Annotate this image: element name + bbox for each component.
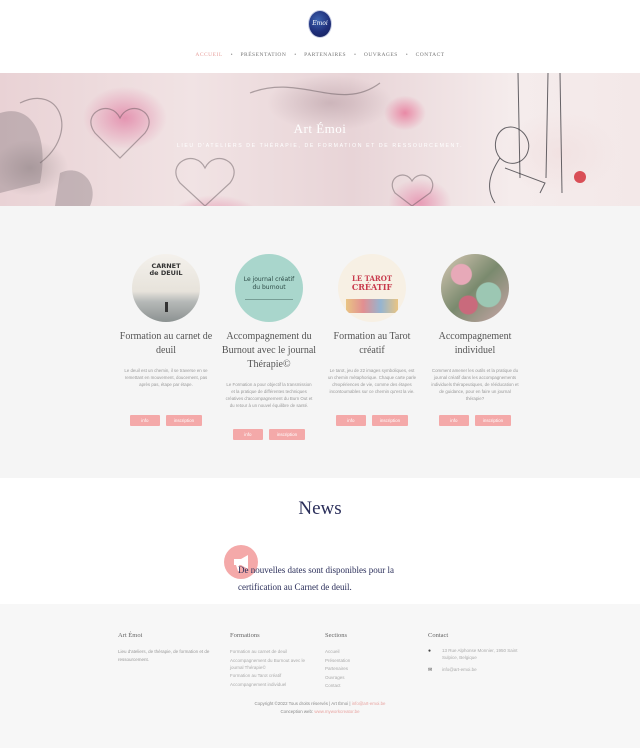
nav-separator: •	[405, 52, 408, 58]
figure-silhouette	[165, 302, 168, 312]
service-buttons: info inscription	[220, 429, 318, 440]
footer-about: Art Émoi Lieu d'ateliers, de thérapie, d…	[118, 632, 213, 663]
service-buttons: info inscription	[117, 415, 215, 426]
hero-artwork	[0, 73, 586, 206]
info-button[interactable]: info	[335, 415, 366, 426]
nav-item-partenaires[interactable]: PARTENAIRES	[304, 52, 346, 58]
footer-link[interactable]: Accompagnement individuel	[230, 681, 315, 690]
news-section: News De nouvelles dates sont disponibles…	[0, 478, 640, 604]
footer-title: Contact	[428, 632, 449, 639]
footer-title: Formations	[230, 632, 260, 639]
info-button[interactable]: info	[129, 415, 160, 426]
footer-link[interactable]: Formation au carnet de deuil	[230, 648, 315, 657]
main-nav: ACCUEIL • PRÉSENTATION • PARTENAIRES • O…	[0, 52, 640, 58]
service-buttons: info inscription	[323, 415, 421, 426]
site-footer: Art Émoi Lieu d'ateliers, de thérapie, d…	[0, 604, 640, 748]
service-buttons: info inscription	[426, 415, 524, 426]
location-pin-icon: ●	[428, 648, 432, 654]
service-card: CARNET de DEUIL Formation au carnet de d…	[117, 254, 215, 388]
site-header: Emoi ACCUEIL • PRÉSENTATION • PARTENAIRE…	[0, 0, 640, 72]
services-section: CARNET de DEUIL Formation au carnet de d…	[0, 206, 640, 478]
service-title[interactable]: Accompagnement du Burnout avec le journa…	[220, 330, 318, 372]
footer-email[interactable]: info@art-emoi.be	[442, 667, 477, 674]
hero-title: Art Émoi	[293, 121, 347, 136]
service-title[interactable]: Formation au carnet de deuil	[117, 330, 215, 358]
nav-separator: •	[230, 52, 233, 58]
footer-title: Sections	[325, 632, 348, 639]
footer-link[interactable]: Accueil	[325, 648, 395, 657]
service-title[interactable]: Formation au Tarot créatif	[323, 330, 421, 358]
service-title[interactable]: Accompagnement individuel	[426, 330, 524, 358]
info-button[interactable]: info	[438, 415, 469, 426]
footer-link[interactable]: Partenaires	[325, 665, 395, 674]
service-image-burnout[interactable]: Le journal créatif du burnout	[235, 254, 303, 322]
news-title: News	[298, 498, 342, 519]
nav-separator: •	[294, 52, 297, 58]
hero-subtitle: Lieu d'ateliers de thérapie, de formatio…	[176, 143, 464, 149]
footer-email-row: ✉ info@art-emoi.be	[428, 667, 528, 674]
inscription-button[interactable]: inscription	[165, 415, 203, 426]
tarot-illustration	[346, 299, 398, 313]
nav-item-accueil[interactable]: ACCUEIL	[195, 52, 222, 58]
hero-banner: Art Émoi Lieu d'ateliers de thérapie, de…	[0, 73, 640, 206]
envelope-icon: ✉	[428, 667, 433, 673]
nav-separator: •	[354, 52, 356, 58]
news-item[interactable]: De nouvelles dates sont disponibles pour…	[238, 562, 408, 596]
book-cover-text: Le journal créatif	[243, 276, 295, 283]
service-description: Le Formation a pour objectif la transmis…	[225, 382, 313, 408]
footer-link[interactable]: Ouvrages	[325, 674, 395, 683]
footer-link[interactable]: Formation au Tarot créatif	[230, 672, 315, 681]
book-cover-text: de DEUIL	[149, 269, 183, 277]
footer-link[interactable]: Présentation	[325, 657, 395, 666]
info-button[interactable]: info	[232, 429, 263, 440]
copyright: Copyright ©2022 Tous droits réservés | A…	[0, 700, 640, 715]
copyright-text: Copyright ©2022 Tous droits réservés | A…	[254, 701, 351, 706]
footer-address: 13 Rue Alphonse Monnier, 1950 Saint Sulp…	[442, 648, 518, 660]
nav-item-contact[interactable]: CONTACT	[416, 52, 445, 58]
credit-text: Conception web:	[280, 708, 314, 714]
inscription-button[interactable]: inscription	[474, 415, 512, 426]
inscription-button[interactable]: inscription	[268, 429, 306, 440]
service-image-carnet-deuil[interactable]: CARNET de DEUIL	[132, 254, 200, 322]
service-image-tarot[interactable]: LE TAROT CRÉATIF	[338, 254, 406, 322]
credit-link[interactable]: www.myworkcreator.be	[314, 709, 359, 714]
footer-link[interactable]: Accompagnement du Burnout avec le journa…	[230, 657, 315, 671]
book-cover-text: du burnout	[252, 284, 286, 291]
service-description: Comment amener les outils et la pratique…	[431, 368, 519, 401]
book-cover-text: CRÉATIF	[351, 282, 393, 292]
copyright-email-link[interactable]: info@art-emoi.be	[352, 701, 386, 706]
service-image-individuel[interactable]	[441, 254, 509, 322]
service-card: Accompagnement individuel Comment amener…	[426, 254, 524, 402]
footer-about-text: Lieu d'ateliers, de thérapie, de formati…	[118, 649, 210, 662]
service-card: Le journal créatif du burnout Accompagne…	[220, 254, 318, 409]
cover-rule	[245, 299, 293, 300]
logo[interactable]: Emoi	[308, 10, 332, 38]
service-card: LE TAROT CRÉATIF Formation au Tarot créa…	[323, 254, 421, 395]
nav-item-presentation[interactable]: PRÉSENTATION	[240, 52, 286, 58]
service-description: Le tarot, jeu de 22 images symboliques, …	[327, 368, 417, 394]
service-description: Le deuil est un chemin, il se traverse e…	[124, 368, 208, 387]
footer-contact: Contact ● 13 Rue Alphonse Monnier, 1950 …	[428, 632, 528, 680]
footer-formations: Formations Formation au carnet de deuil …	[230, 632, 315, 689]
footer-address-row: ● 13 Rue Alphonse Monnier, 1950 Saint Su…	[428, 648, 528, 661]
logo-text: Emoi	[312, 20, 328, 27]
footer-link[interactable]: Contact	[325, 682, 395, 691]
footer-sections: Sections Accueil Présentation Partenaire…	[325, 632, 395, 691]
inscription-button[interactable]: inscription	[371, 415, 409, 426]
footer-title: Art Émoi	[118, 632, 143, 639]
nav-item-ouvrages[interactable]: OUVRAGES	[364, 52, 398, 58]
